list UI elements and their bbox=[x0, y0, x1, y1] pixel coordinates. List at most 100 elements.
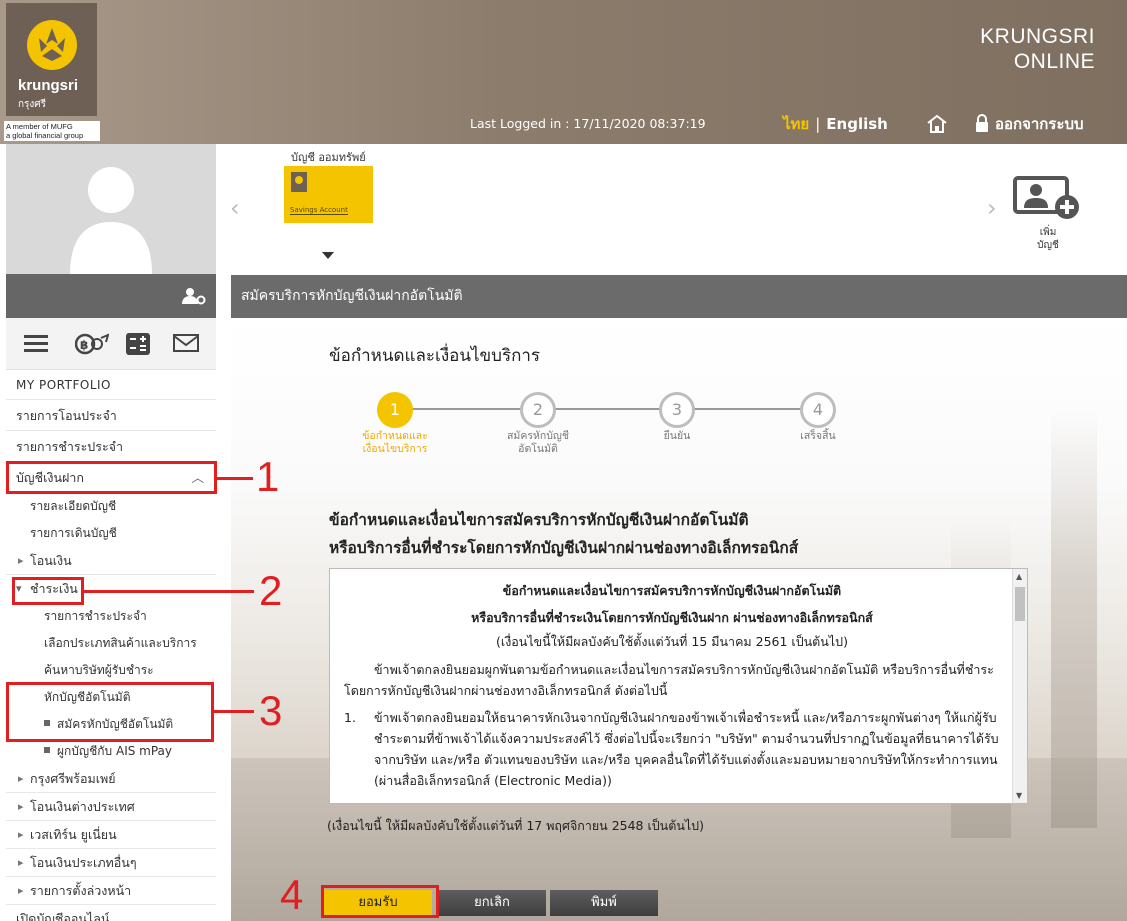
top-header: krungsri กรุงศรี A member of MUFG a glob… bbox=[0, 0, 1127, 144]
sidebar-item-scheduled[interactable]: รายการตั้งล่วงหน้า bbox=[6, 877, 216, 905]
annotation-box-4 bbox=[321, 885, 439, 918]
annotation-number-1: 1 bbox=[256, 453, 280, 500]
svg-text:฿: ฿ bbox=[80, 338, 88, 352]
annotation-number-2: 2 bbox=[259, 567, 283, 614]
sidebar: ฿ MY PORTFOLIO รายการโอนประจำ รายการชำระ… bbox=[6, 144, 216, 921]
lang-separator: | bbox=[815, 115, 821, 133]
scroll-thumb[interactable] bbox=[1015, 587, 1025, 621]
sidebar-toolbar: ฿ bbox=[6, 318, 216, 370]
caret-down-icon[interactable] bbox=[322, 252, 334, 259]
last-login-text: Last Logged in : 17/11/2020 08:37:19 bbox=[470, 116, 706, 131]
clause-number: 1. bbox=[344, 710, 356, 725]
mail-icon[interactable] bbox=[173, 333, 199, 353]
page-title-bar: สมัครบริการหักบัญชีเงินฝากอัตโนมัติ bbox=[231, 275, 1127, 318]
sidebar-item-my-portfolio[interactable]: MY PORTFOLIO bbox=[6, 370, 216, 400]
account-type-label: บัญชี ออมทรัพย์ bbox=[291, 151, 366, 164]
hamburger-menu-icon[interactable] bbox=[24, 333, 48, 353]
sidebar-item-other-transfers[interactable]: โอนเงินประเภทอื่นๆ bbox=[6, 849, 216, 877]
currency-exchange-icon[interactable]: ฿ bbox=[75, 333, 109, 355]
sidebar-item-promptpay[interactable]: กรุงศรีพร้อมเพย์ bbox=[6, 765, 216, 793]
annotation-number-3: 3 bbox=[259, 687, 283, 734]
step-1-circle: 1 bbox=[377, 392, 413, 428]
terms-box-title-2: หรือบริการอื่นที่ชำระเงินโดยการหักบัญชีเ… bbox=[471, 610, 873, 625]
scroll-up-icon[interactable]: ▲ bbox=[1016, 572, 1022, 581]
section-title: ข้อกำหนดและเงื่อนไขบริการ bbox=[329, 346, 541, 366]
brand-line-2: ONLINE bbox=[1013, 50, 1095, 73]
logo-emblem-icon bbox=[27, 20, 77, 70]
sidebar-item-transfer[interactable]: โอนเงิน bbox=[6, 547, 216, 575]
terms-scroll-box[interactable]: ข้อกำหนดและเงื่อนไขการสมัครบริการหักบัญช… bbox=[329, 568, 1028, 804]
annotation-line-3 bbox=[214, 710, 254, 713]
mufg-line-1: A member of MUFG bbox=[6, 122, 73, 131]
lock-icon bbox=[976, 114, 988, 132]
sidebar-item-western-union[interactable]: เวสเทิร์น ยูเนี่ยน bbox=[6, 821, 216, 849]
card-tag: Savings Account bbox=[290, 206, 348, 215]
sidebar-item-account-details[interactable]: รายละเอียดบัญชี bbox=[6, 493, 216, 520]
brand-title: KRUNGSRI ONLINE bbox=[980, 24, 1095, 74]
sidebar-item-recurring-transfers[interactable]: รายการโอนประจำ bbox=[6, 400, 216, 431]
user-avatar-icon bbox=[70, 167, 152, 274]
account-carousel: บัญชี ออมทรัพย์ Savings Account ‹ › เพิ่… bbox=[216, 144, 1127, 272]
progress-stepper: 1 ข้อกำหนดและ เงื่อนไขบริการ 2 สมัครหักบ… bbox=[362, 392, 865, 462]
sidebar-item-payment-recurring[interactable]: รายการชำระประจำ bbox=[6, 603, 216, 630]
terms-paragraph: ข้าพเจ้าตกลงยินยอมผูกพันตามข้อกำหนดและเง… bbox=[344, 662, 994, 698]
stepper-line bbox=[395, 408, 815, 410]
sidebar-item-recurring-payments[interactable]: รายการชำระประจำ bbox=[6, 431, 216, 462]
logo-thai: กรุงศรี bbox=[18, 99, 47, 110]
step-2: 2 สมัครหักบัญชี อัตโนมัติ bbox=[478, 392, 598, 456]
logout-label: ออกจากระบบ bbox=[995, 115, 1084, 133]
sidebar-item-ais-mpay[interactable]: ผูกบัญชีกับ AIS mPay bbox=[6, 738, 216, 765]
step-2-label-1: สมัครหักบัญชี bbox=[506, 430, 569, 442]
sidebar-menu: MY PORTFOLIO รายการโอนประจำ รายการชำระปร… bbox=[6, 370, 216, 921]
carousel-next-icon[interactable]: › bbox=[987, 194, 997, 222]
add-account-icon bbox=[1013, 176, 1079, 219]
terms-box-title-1: ข้อกำหนดและเงื่อนไขการสมัครบริการหักบัญช… bbox=[502, 583, 842, 598]
step-3: 3 ยืนยัน bbox=[617, 392, 737, 443]
annotation-number-4: 4 bbox=[280, 871, 304, 918]
krungsri-logo[interactable]: krungsri กรุงศรี bbox=[6, 3, 97, 116]
clause-text: ข้าพเจ้าตกลงยินยอมให้ธนาคารหักเงินจากบัญ… bbox=[374, 710, 999, 788]
logo-name: krungsri bbox=[18, 77, 79, 94]
cancel-button[interactable]: ยกเลิก bbox=[438, 890, 546, 916]
step-2-label-2: อัตโนมัติ bbox=[518, 443, 558, 455]
sidebar-item-open-account[interactable]: เปิดบัญชีออนไลน์ bbox=[6, 905, 216, 921]
step-3-label: ยืนยัน bbox=[663, 430, 691, 442]
scroll-down-icon[interactable]: ▼ bbox=[1016, 791, 1022, 800]
lang-thai-link[interactable]: ไทย bbox=[783, 115, 809, 133]
step-2-circle: 2 bbox=[520, 392, 556, 428]
step-1: 1 ข้อกำหนดและ เงื่อนไขบริการ bbox=[335, 392, 455, 456]
terms-scrollbar[interactable]: ▲ ▼ bbox=[1012, 569, 1027, 803]
step-4: 4 เสร็จสิ้น bbox=[758, 392, 878, 443]
avatar bbox=[6, 144, 216, 274]
add-account-label-2: บัญชี bbox=[1037, 240, 1059, 251]
sidebar-item-international-transfer[interactable]: โอนเงินต่างประเทศ bbox=[6, 793, 216, 821]
profile-settings-bar bbox=[6, 274, 216, 318]
sidebar-item-product-type[interactable]: เลือกประเภทสินค้าและบริการ bbox=[6, 630, 216, 657]
user-settings-icon[interactable] bbox=[182, 287, 206, 305]
step-1-label-2: เงื่อนไขบริการ bbox=[362, 443, 428, 455]
mufg-badge: A member of MUFG a global financial grou… bbox=[4, 121, 100, 141]
print-button[interactable]: พิมพ์ bbox=[550, 890, 658, 916]
step-4-label: เสร็จสิ้น bbox=[800, 430, 836, 442]
carousel-prev-icon[interactable]: ‹ bbox=[230, 194, 240, 222]
terms-heading-line-1: ข้อกำหนดและเงื่อนไขการสมัครบริการหักบัญช… bbox=[329, 511, 749, 529]
terms-heading: ข้อกำหนดและเงื่อนไขการสมัครบริการหักบัญช… bbox=[329, 506, 798, 562]
sidebar-item-account-statement[interactable]: รายการเดินบัญชี bbox=[6, 520, 216, 547]
sidebar-item-label: ผูกบัญชีกับ AIS mPay bbox=[57, 744, 173, 758]
add-account-label-1: เพิ่ม bbox=[1039, 227, 1057, 238]
terms-text: ข้อกำหนดและเงื่อนไขการสมัครบริการหักบัญช… bbox=[330, 569, 1014, 791]
annotation-box-2 bbox=[12, 577, 84, 605]
lang-english-link[interactable]: English bbox=[826, 115, 888, 133]
calculator-icon[interactable] bbox=[126, 333, 150, 355]
savings-account-card[interactable]: Savings Account bbox=[284, 166, 373, 223]
home-icon[interactable] bbox=[926, 114, 948, 134]
brand-line-1: KRUNGSRI bbox=[980, 25, 1095, 48]
annotation-box-1 bbox=[6, 461, 217, 494]
language-switcher: ไทย | English bbox=[783, 112, 888, 136]
sidebar-item-biller-search[interactable]: ค้นหาบริษัทผู้รับชำระ bbox=[6, 657, 216, 684]
annotation-box-3 bbox=[6, 682, 214, 742]
bullet-square-icon bbox=[44, 747, 50, 753]
add-account-button[interactable]: เพิ่ม บัญชี bbox=[1013, 176, 1083, 251]
logout-button[interactable]: ออกจากระบบ bbox=[975, 112, 1084, 136]
annotation-line-1 bbox=[217, 477, 253, 480]
